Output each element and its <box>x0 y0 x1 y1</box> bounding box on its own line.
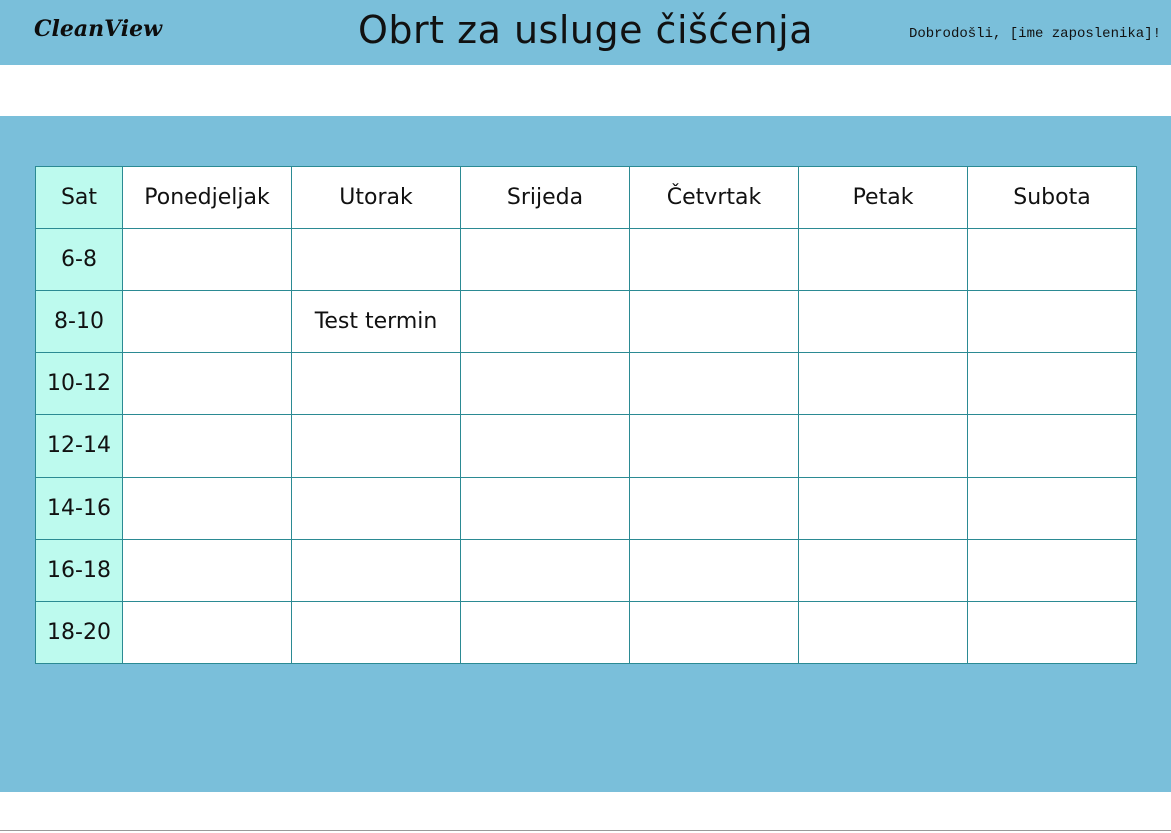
schedule-cell[interactable] <box>967 538 1137 602</box>
table-row: 10-12 <box>35 352 1137 416</box>
schedule-cell[interactable] <box>460 290 630 354</box>
time-slot-label: 6-8 <box>35 227 123 292</box>
schedule-cell[interactable] <box>967 352 1137 416</box>
day-header: Srijeda <box>460 166 630 229</box>
schedule-cell[interactable] <box>291 227 461 292</box>
schedule-cell[interactable] <box>629 600 799 665</box>
schedule-cell[interactable] <box>122 600 292 665</box>
time-slot-label: 18-20 <box>35 600 123 665</box>
schedule-cell[interactable] <box>460 352 630 416</box>
table-row: 18-20 <box>35 600 1137 665</box>
schedule-cell[interactable] <box>629 538 799 602</box>
schedule-cell[interactable] <box>629 290 799 354</box>
schedule-cell[interactable] <box>122 352 292 416</box>
top-header-bar: CleanView Obrt za usluge čišćenja Dobrod… <box>0 0 1171 65</box>
schedule-cell[interactable] <box>460 227 630 292</box>
schedule-cell[interactable] <box>460 476 630 540</box>
day-header: Četvrtak <box>629 166 799 229</box>
schedule-cell[interactable] <box>122 290 292 354</box>
time-slot-label: 10-12 <box>35 352 123 416</box>
schedule-cell[interactable] <box>122 227 292 292</box>
schedule-cell[interactable] <box>967 414 1137 478</box>
welcome-message: Dobrodošli, [ime zaposlenika]! <box>908 26 1161 42</box>
schedule-cell[interactable] <box>629 352 799 416</box>
bottom-divider <box>0 830 1171 831</box>
table-row: 6-8 <box>35 227 1137 292</box>
schedule-cell[interactable] <box>798 352 968 416</box>
schedule-cell[interactable] <box>798 538 968 602</box>
schedule-cell[interactable] <box>291 600 461 665</box>
weekly-schedule-table: Sat Ponedjeljak Utorak Srijeda Četvrtak … <box>35 166 1137 665</box>
schedule-cell[interactable]: Test termin <box>291 290 461 354</box>
time-column-header: Sat <box>35 166 123 229</box>
schedule-cell[interactable] <box>291 352 461 416</box>
schedule-cell[interactable] <box>122 414 292 478</box>
day-header: Ponedjeljak <box>122 166 292 229</box>
schedule-cell[interactable] <box>291 538 461 602</box>
table-row: 16-18 <box>35 538 1137 602</box>
schedule-cell[interactable] <box>798 600 968 665</box>
schedule-cell[interactable] <box>629 227 799 292</box>
table-row: 14-16 <box>35 476 1137 540</box>
schedule-cell[interactable] <box>798 290 968 354</box>
time-slot-label: 8-10 <box>35 290 123 354</box>
schedule-cell[interactable] <box>967 600 1137 665</box>
schedule-cell[interactable] <box>798 476 968 540</box>
table-row: 12-14 <box>35 414 1137 478</box>
schedule-cell[interactable] <box>967 227 1137 292</box>
schedule-cell[interactable] <box>122 538 292 602</box>
schedule-cell[interactable] <box>291 414 461 478</box>
time-slot-label: 14-16 <box>35 476 123 540</box>
schedule-cell[interactable] <box>291 476 461 540</box>
schedule-cell[interactable] <box>460 600 630 665</box>
day-header: Subota <box>967 166 1137 229</box>
time-slot-label: 16-18 <box>35 538 123 602</box>
schedule-cell[interactable] <box>460 538 630 602</box>
schedule-cell[interactable] <box>798 227 968 292</box>
schedule-cell[interactable] <box>798 414 968 478</box>
schedule-cell[interactable] <box>967 290 1137 354</box>
day-header: Utorak <box>291 166 461 229</box>
schedule-cell[interactable] <box>629 476 799 540</box>
schedule-cell[interactable] <box>460 414 630 478</box>
schedule-cell[interactable] <box>122 476 292 540</box>
table-row: 8-10 Test termin <box>35 290 1137 354</box>
day-header: Petak <box>798 166 968 229</box>
time-slot-label: 12-14 <box>35 414 123 478</box>
schedule-cell[interactable] <box>629 414 799 478</box>
table-header-row: Sat Ponedjeljak Utorak Srijeda Četvrtak … <box>35 166 1137 229</box>
schedule-cell[interactable] <box>967 476 1137 540</box>
